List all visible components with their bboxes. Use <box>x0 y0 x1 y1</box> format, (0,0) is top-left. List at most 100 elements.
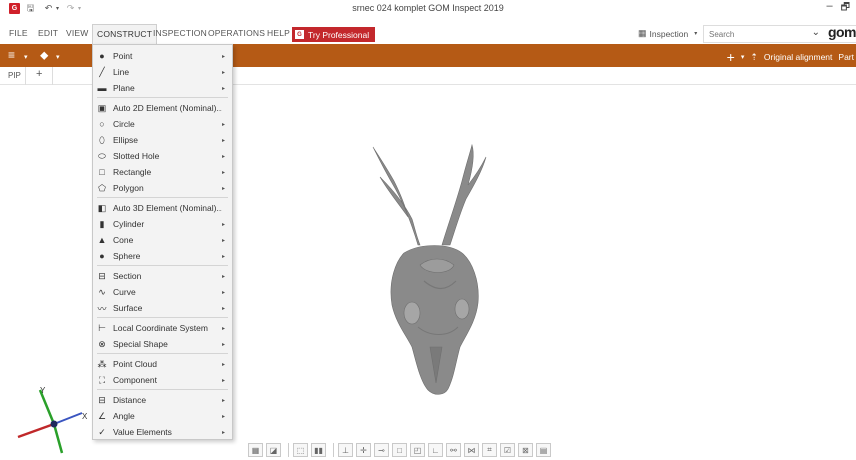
submenu-arrow-icon: ▸ <box>222 121 226 128</box>
menu-item-cylinder[interactable]: ▮ Cylinder ▸ <box>93 216 232 232</box>
submenu-arrow-icon: ▸ <box>222 305 226 312</box>
view-tool-icon[interactable]: ⬥ <box>40 49 48 61</box>
redo-icon[interactable]: ↷ <box>65 3 76 14</box>
circle-icon: ○ <box>99 119 105 129</box>
menu-item-ellipse[interactable]: ⬯ Ellipse ▸ <box>93 132 232 148</box>
menu-help[interactable]: HELP <box>267 28 290 38</box>
menu-separator <box>97 317 228 318</box>
component-icon: ⛶ <box>98 374 106 385</box>
menu-item-angle[interactable]: ∠ Angle ▸ <box>93 408 232 424</box>
plane-select-icon[interactable]: ✛ <box>356 443 371 457</box>
menu-item-rectangle[interactable]: □ Rectangle ▸ <box>93 164 232 180</box>
submenu-arrow-icon: ▸ <box>222 137 226 144</box>
border-select-icon[interactable]: ⋈ <box>464 443 479 457</box>
submenu-arrow-icon: ▸ <box>222 85 226 92</box>
hamburger-dropdown-icon[interactable]: ▾ <box>24 52 28 64</box>
restore-button[interactable]: 🗗 <box>841 0 850 17</box>
box-select-icon[interactable]: □ <box>392 443 407 457</box>
save-icon[interactable]: 🖫 <box>25 3 36 14</box>
add-dropdown-icon[interactable]: ▾ <box>741 53 745 61</box>
slotted-hole-icon: ⬭ <box>98 150 106 161</box>
angle-icon: ∠ <box>97 410 107 421</box>
menu-item-plane[interactable]: ▬ Plane ▸ <box>93 80 232 96</box>
collapse-chevron-icon[interactable]: ⌄ <box>812 27 820 38</box>
menu-item-distance[interactable]: ⊟ Distance ▸ <box>93 392 232 408</box>
selection-info-icon[interactable]: ▤ <box>536 443 551 457</box>
select-all-icon[interactable]: ▦ <box>248 443 263 457</box>
hamburger-menu-icon[interactable]: ≡ <box>8 49 15 61</box>
minimize-button[interactable]: – <box>826 0 832 17</box>
try-professional-button[interactable]: G Try Professional <box>292 27 376 42</box>
workspace-selector[interactable]: ▦ Inspection ▾ <box>638 28 697 39</box>
menu-item-surface[interactable]: 〰 Surface ▸ <box>93 300 232 316</box>
undo-icon[interactable]: ↶ <box>43 3 54 14</box>
deselect-icon[interactable]: ⊠ <box>518 443 533 457</box>
angle-select-icon[interactable]: ∟ <box>428 443 443 457</box>
menu-item-sphere[interactable]: ● Sphere ▸ <box>93 248 232 264</box>
special-shape-icon: ⊗ <box>98 338 106 349</box>
menu-item-local-coordinate-system[interactable]: ⊢ Local Coordinate System ▸ <box>93 320 232 336</box>
menu-item-cone[interactable]: ▲ Cone ▸ <box>93 232 232 248</box>
menu-view[interactable]: VIEW <box>66 28 89 38</box>
view-tool-dropdown-icon[interactable]: ▾ <box>56 52 60 64</box>
menu-separator <box>97 265 228 266</box>
auto-2d-icon: ▣ <box>97 102 107 113</box>
alignment-selector[interactable]: Original alignment <box>764 52 833 62</box>
axis-origin <box>50 420 58 428</box>
undo-dropdown-icon[interactable]: ▾ <box>54 3 61 14</box>
cylinder-select-icon[interactable]: ⊸ <box>374 443 389 457</box>
submenu-arrow-icon: ▸ <box>222 413 226 420</box>
menu-item-point-cloud[interactable]: ⁂ Point Cloud ▸ <box>93 356 232 372</box>
redo-dropdown-icon[interactable]: ▾ <box>76 3 83 14</box>
plane-icon: ▬ <box>97 83 107 93</box>
through-select-icon[interactable]: ▮▮ <box>311 443 326 457</box>
menu-item-circle[interactable]: ○ Circle ▸ <box>93 116 232 132</box>
tab-divider <box>52 67 53 85</box>
menu-item-polygon[interactable]: ⬠ Polygon ▸ <box>93 180 232 196</box>
menu-edit[interactable]: EDIT <box>38 28 58 38</box>
menu-item-special-shape[interactable]: ⊗ Special Shape ▸ <box>93 336 232 352</box>
submenu-arrow-icon: ▸ <box>222 377 226 384</box>
workspace-icon: ▦ <box>638 28 647 38</box>
submenu-arrow-icon: ▸ <box>222 289 226 296</box>
menu-item-slotted-hole[interactable]: ⬭ Slotted Hole ▸ <box>93 148 232 164</box>
invert-selection-icon[interactable]: ◪ <box>266 443 281 457</box>
y-axis-negative-line <box>52 423 64 454</box>
try-professional-label: Try Professional <box>308 29 370 40</box>
menu-item-line[interactable]: ╱ Line ▸ <box>93 64 232 80</box>
submenu-arrow-icon: ▸ <box>222 273 226 280</box>
menu-item-component[interactable]: ⛶ Component ▸ <box>93 372 232 388</box>
x-axis-line <box>53 412 83 425</box>
coordinate-select-icon[interactable]: ⊥ <box>338 443 353 457</box>
sphere-icon: ● <box>99 251 105 261</box>
menu-file[interactable]: FILE <box>9 28 28 38</box>
menu-item-section[interactable]: ⊟ Section ▸ <box>93 268 232 284</box>
menu-item-point[interactable]: ● Point ▸ <box>93 48 232 64</box>
auto-3d-icon: ◧ <box>97 202 107 213</box>
submenu-arrow-icon: ▸ <box>222 429 226 436</box>
menu-inspection[interactable]: INSPECTION <box>153 28 207 38</box>
menu-item-value-elements[interactable]: ✓ Value Elements ▸ <box>93 424 232 440</box>
distance-icon: ⊟ <box>98 394 106 405</box>
tab-pip[interactable]: PIP <box>8 71 21 80</box>
menu-construct[interactable]: CONSTRUCT <box>92 24 158 45</box>
menu-item-auto-3d-element[interactable]: ◧ Auto 3D Element (Nominal)... <box>93 200 232 216</box>
rectangle-select-icon[interactable]: ⬚ <box>293 443 308 457</box>
add-tab-button[interactable]: + <box>36 68 42 80</box>
menu-item-curve[interactable]: ∿ Curve ▸ <box>93 284 232 300</box>
connected-select-icon[interactable]: ⚯ <box>446 443 461 457</box>
app-logo-icon[interactable]: G <box>9 3 20 14</box>
add-icon[interactable]: + <box>727 49 735 65</box>
menu-item-auto-2d-element[interactable]: ▣ Auto 2D Element (Nominal)... <box>93 100 232 116</box>
confirm-select-icon[interactable]: ☑ <box>500 443 515 457</box>
window-controls: – 🗗 <box>826 0 850 17</box>
ellipse-icon: ⬯ <box>99 134 105 145</box>
rectangle-icon: □ <box>99 167 105 177</box>
menu-separator <box>97 97 228 98</box>
toolbar-divider <box>288 443 289 457</box>
menu-operations[interactable]: OPERATIONS <box>208 28 265 38</box>
patch-select-icon[interactable]: ◰ <box>410 443 425 457</box>
polygon-icon: ⬠ <box>98 182 106 193</box>
shrink-select-icon[interactable]: ⌗ <box>482 443 497 457</box>
part-selector[interactable]: Part <box>838 52 854 62</box>
